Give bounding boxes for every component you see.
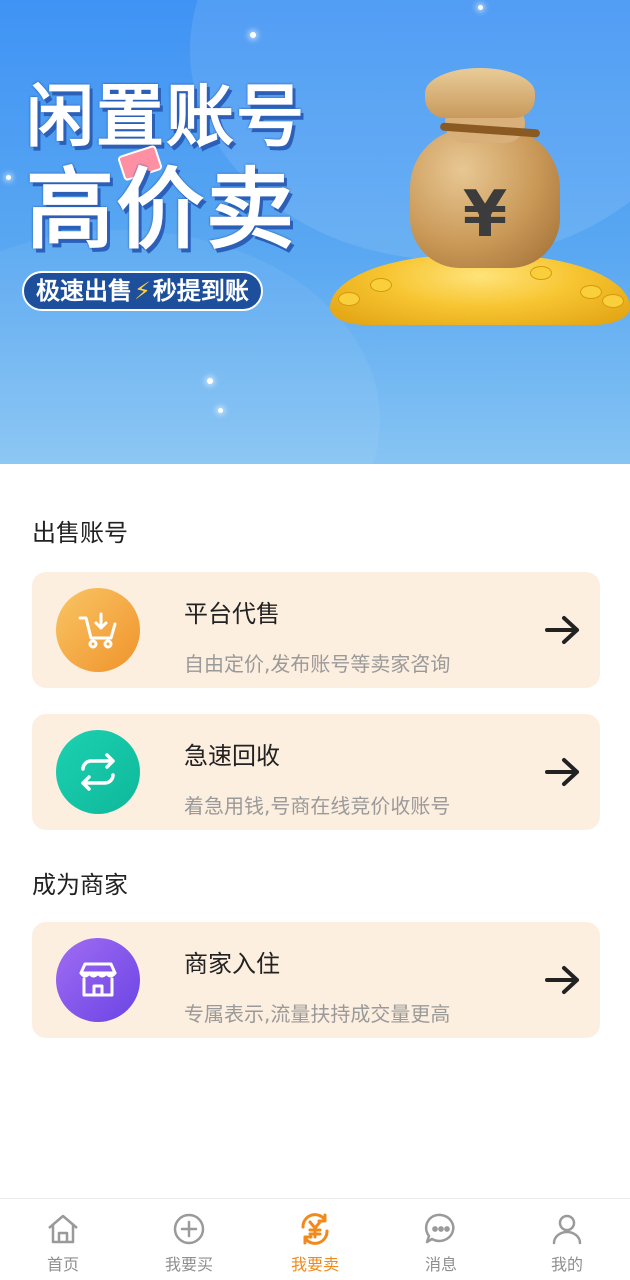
- tab-label: 我要买: [164, 1255, 213, 1274]
- card-title: 商家入住: [184, 950, 280, 978]
- section-title-become-merchant: 成为商家: [32, 871, 128, 899]
- store-icon: [56, 938, 140, 1022]
- yen-cycle-icon: [301, 1213, 329, 1245]
- money-bag-illustration: ¥: [410, 68, 560, 268]
- bottom-tab-bar: 首页 我要买 我要卖 消息 我的: [0, 1198, 630, 1280]
- slogan-right: 秒提到账: [152, 277, 249, 305]
- tab-home[interactable]: 首页: [0, 1199, 126, 1280]
- card-title: 平台代售: [184, 600, 280, 628]
- slogan-left: 极速出售: [36, 277, 132, 305]
- card-fast-recycle[interactable]: 急速回收 着急用钱,号商在线竞价收账号: [32, 714, 600, 830]
- cart-icon: [56, 588, 140, 672]
- sparkle: [207, 378, 213, 384]
- banner-headline: 闲置账号: [26, 78, 307, 157]
- tab-profile[interactable]: 我的: [504, 1199, 630, 1280]
- sparkle: [6, 175, 11, 180]
- chat-icon: [424, 1213, 455, 1244]
- card-merchant-join[interactable]: 商家入住 专属表示,流量扶持成交量更高: [32, 922, 600, 1038]
- banner-glow: [0, 230, 380, 464]
- lightning-icon: ⚡: [134, 277, 151, 305]
- sparkle: [478, 5, 483, 10]
- yen-symbol: ¥: [462, 178, 508, 252]
- sparkle: [218, 408, 223, 413]
- arrow-right-icon: [545, 966, 579, 994]
- card-subtitle: 自由定价,发布账号等卖家咨询: [184, 652, 451, 676]
- plus-circle-icon: [173, 1213, 205, 1245]
- section-title-sell-account: 出售账号: [32, 519, 128, 547]
- card-subtitle: 着急用钱,号商在线竞价收账号: [184, 794, 451, 818]
- card-title: 急速回收: [184, 742, 280, 770]
- tab-label: 首页: [46, 1255, 79, 1274]
- tab-label: 我要卖: [290, 1255, 339, 1274]
- tab-label: 我的: [550, 1255, 583, 1274]
- tab-buy[interactable]: 我要买: [126, 1199, 252, 1280]
- promo-banner[interactable]: 闲置账号 高价卖 极速出售 ⚡ 秒提到账 ¥: [0, 0, 630, 464]
- sparkle: [250, 32, 256, 38]
- card-platform-consignment[interactable]: 平台代售 自由定价,发布账号等卖家咨询: [32, 572, 600, 688]
- home-icon: [48, 1214, 78, 1244]
- user-icon: [552, 1214, 582, 1245]
- arrow-right-icon: [545, 758, 579, 786]
- tab-sell[interactable]: 我要卖: [252, 1199, 378, 1280]
- banner-slogan: 极速出售 ⚡ 秒提到账: [22, 271, 263, 311]
- arrow-right-icon: [545, 616, 579, 644]
- card-subtitle: 专属表示,流量扶持成交量更高: [184, 1002, 451, 1026]
- banner-headline-large: 高价卖: [26, 158, 297, 261]
- tab-label: 消息: [424, 1255, 457, 1274]
- recycle-icon: [56, 730, 140, 814]
- tab-messages[interactable]: 消息: [378, 1199, 504, 1280]
